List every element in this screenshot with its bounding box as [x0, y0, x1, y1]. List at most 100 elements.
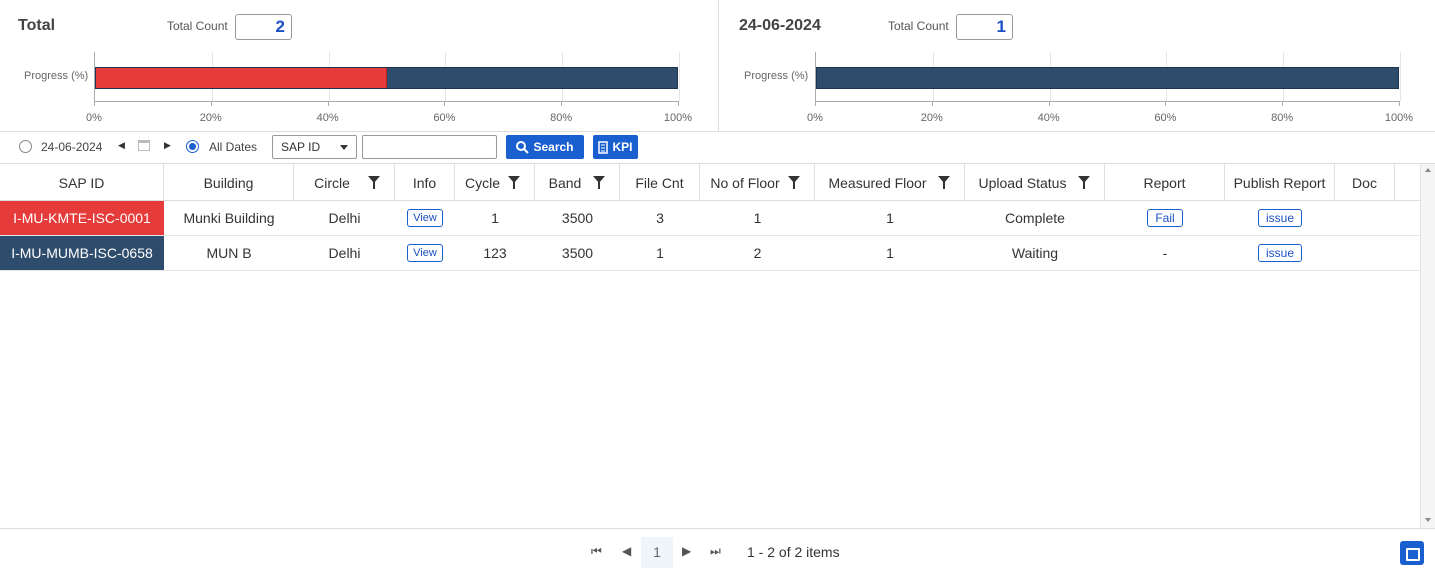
total-count-value: 1 — [956, 14, 1013, 40]
column-header-label: Upload Status — [978, 174, 1067, 191]
column-header[interactable]: Doc — [1335, 164, 1395, 201]
filter-icon[interactable] — [1078, 176, 1090, 189]
cell-doc — [1335, 236, 1395, 270]
summary-date-panel: 24-06-2024 Total Count 1 Progress (%) 0%… — [718, 0, 1435, 131]
cell-report: Fail — [1105, 201, 1225, 235]
cell-cycle: 1 — [491, 210, 499, 226]
cell-sap-id[interactable]: I-MU-MUMB-ISC-0658 — [0, 236, 164, 270]
next-date-icon[interactable]: ▶ — [164, 140, 171, 151]
tick-mark — [444, 101, 446, 106]
all-dates-radio[interactable] — [186, 140, 199, 153]
column-header-label: No of Floor — [710, 174, 780, 191]
next-page-icon[interactable]: ▶ — [682, 544, 691, 558]
filter-icon[interactable] — [938, 176, 950, 189]
cell-doc — [1335, 201, 1395, 235]
column-header-label: Band — [548, 174, 582, 191]
panel-title: Total — [18, 17, 56, 34]
tick-mark — [1399, 101, 1400, 106]
prev-date-icon[interactable]: ◀ — [118, 140, 125, 151]
search-button[interactable]: Search — [506, 135, 584, 159]
column-header[interactable]: Info — [395, 164, 455, 201]
progress-axis-label: Progress (%) — [24, 70, 89, 82]
cell-sap-id[interactable]: I-MU-KMTE-ISC-0001 — [0, 201, 164, 235]
column-header[interactable]: Report — [1105, 164, 1225, 201]
cell-building: Munki Building — [183, 210, 275, 226]
calendar-icon[interactable] — [138, 140, 150, 151]
tick-mark — [327, 101, 329, 106]
tick-label: 60% — [433, 112, 456, 124]
table-row[interactable]: I-MU-KMTE-ISC-0001 Munki Building Delhi Vie… — [0, 201, 1420, 236]
chevron-down-icon — [340, 145, 348, 150]
cell-upload-status: Waiting — [1011, 245, 1059, 261]
bar-complete — [95, 67, 678, 89]
info-button[interactable]: View — [407, 244, 443, 262]
tick-label: 40% — [1037, 112, 1060, 124]
table-header: SAP ID Building Circle Info Cycle Band File Cn… — [0, 164, 1420, 201]
column-header-label: SAP ID — [58, 174, 105, 191]
tick-mark — [678, 101, 679, 106]
date-radio-label: 24-06-2024 — [41, 140, 103, 154]
cell-measured-floor: 1 — [886, 245, 894, 261]
progress-chart — [815, 52, 1401, 102]
search-field-select[interactable]: SAP ID — [272, 135, 357, 159]
cell-circle: Delhi — [328, 245, 361, 261]
column-header[interactable]: Upload Status — [965, 164, 1105, 201]
column-header[interactable]: Band — [535, 164, 620, 201]
cell-cycle: 123 — [483, 245, 507, 261]
tick-mark — [1048, 101, 1050, 106]
tick-mark — [210, 101, 212, 106]
cell-band: 3500 — [561, 210, 594, 226]
total-count-label: Total Count — [167, 19, 228, 33]
prev-page-icon[interactable]: ◀ — [622, 544, 631, 558]
gridline — [1400, 52, 1401, 101]
cell-band: 3500 — [561, 245, 594, 261]
cell-no-of-floor: 2 — [753, 245, 762, 261]
column-header[interactable]: No of Floor — [700, 164, 815, 201]
column-header-label: Doc — [1352, 174, 1377, 191]
first-page-icon[interactable]: ⏮ — [591, 544, 602, 559]
column-header-label: Measured Floor — [828, 174, 927, 191]
cell-no-of-floor: 1 — [753, 210, 762, 226]
filter-icon[interactable] — [788, 176, 800, 189]
publish-report-button[interactable]: issue — [1257, 244, 1302, 262]
cell-publish-report: issue — [1225, 236, 1335, 270]
filter-icon[interactable] — [368, 176, 380, 189]
publish-report-button[interactable]: issue — [1257, 209, 1302, 227]
table-row[interactable]: I-MU-MUMB-ISC-0658 MUN B Delhi View 123 3500 1… — [0, 236, 1420, 271]
report-button[interactable]: Fail — [1147, 209, 1183, 227]
search-input[interactable] — [362, 135, 497, 159]
date-radio[interactable] — [19, 140, 32, 153]
kpi-button-label: KPI — [612, 140, 633, 154]
cell-upload-status: Complete — [1005, 210, 1065, 226]
column-header[interactable]: SAP ID — [0, 164, 164, 201]
cell-building: MUN B — [206, 245, 252, 261]
scroll-up-icon[interactable] — [1425, 168, 1431, 172]
tick-mark — [94, 101, 95, 106]
total-count-label: Total Count — [888, 19, 949, 33]
filter-icon[interactable] — [508, 176, 520, 189]
export-icon[interactable] — [1400, 541, 1424, 565]
tick-mark — [561, 101, 563, 106]
progress-axis-label: Progress (%) — [744, 70, 809, 82]
last-page-icon[interactable]: ⏭ — [710, 544, 721, 559]
pager: ⏮ ◀ 1 ▶ ⏭ 1 - 2 of 2 items — [0, 528, 1435, 573]
column-header[interactable]: Building — [164, 164, 294, 201]
column-header[interactable]: Publish Report — [1225, 164, 1335, 201]
info-button[interactable]: View — [407, 209, 443, 227]
column-header[interactable]: File Cnt — [620, 164, 700, 201]
gridline — [679, 52, 680, 101]
tick-label: 60% — [1154, 112, 1177, 124]
column-header[interactable]: Cycle — [455, 164, 535, 201]
page-number[interactable]: 1 — [641, 537, 673, 568]
column-header[interactable]: Measured Floor — [815, 164, 965, 201]
kpi-button[interactable]: KPI — [593, 135, 638, 159]
tick-label: 20% — [920, 112, 943, 124]
column-header-label: Info — [412, 174, 437, 191]
column-header[interactable]: Circle — [294, 164, 395, 201]
all-dates-label: All Dates — [209, 140, 258, 154]
cell-report: - — [1162, 245, 1168, 261]
filter-icon[interactable] — [593, 176, 605, 189]
vertical-scrollbar[interactable] — [1420, 164, 1435, 528]
progress-chart — [94, 52, 680, 102]
scroll-down-icon[interactable] — [1425, 518, 1431, 522]
